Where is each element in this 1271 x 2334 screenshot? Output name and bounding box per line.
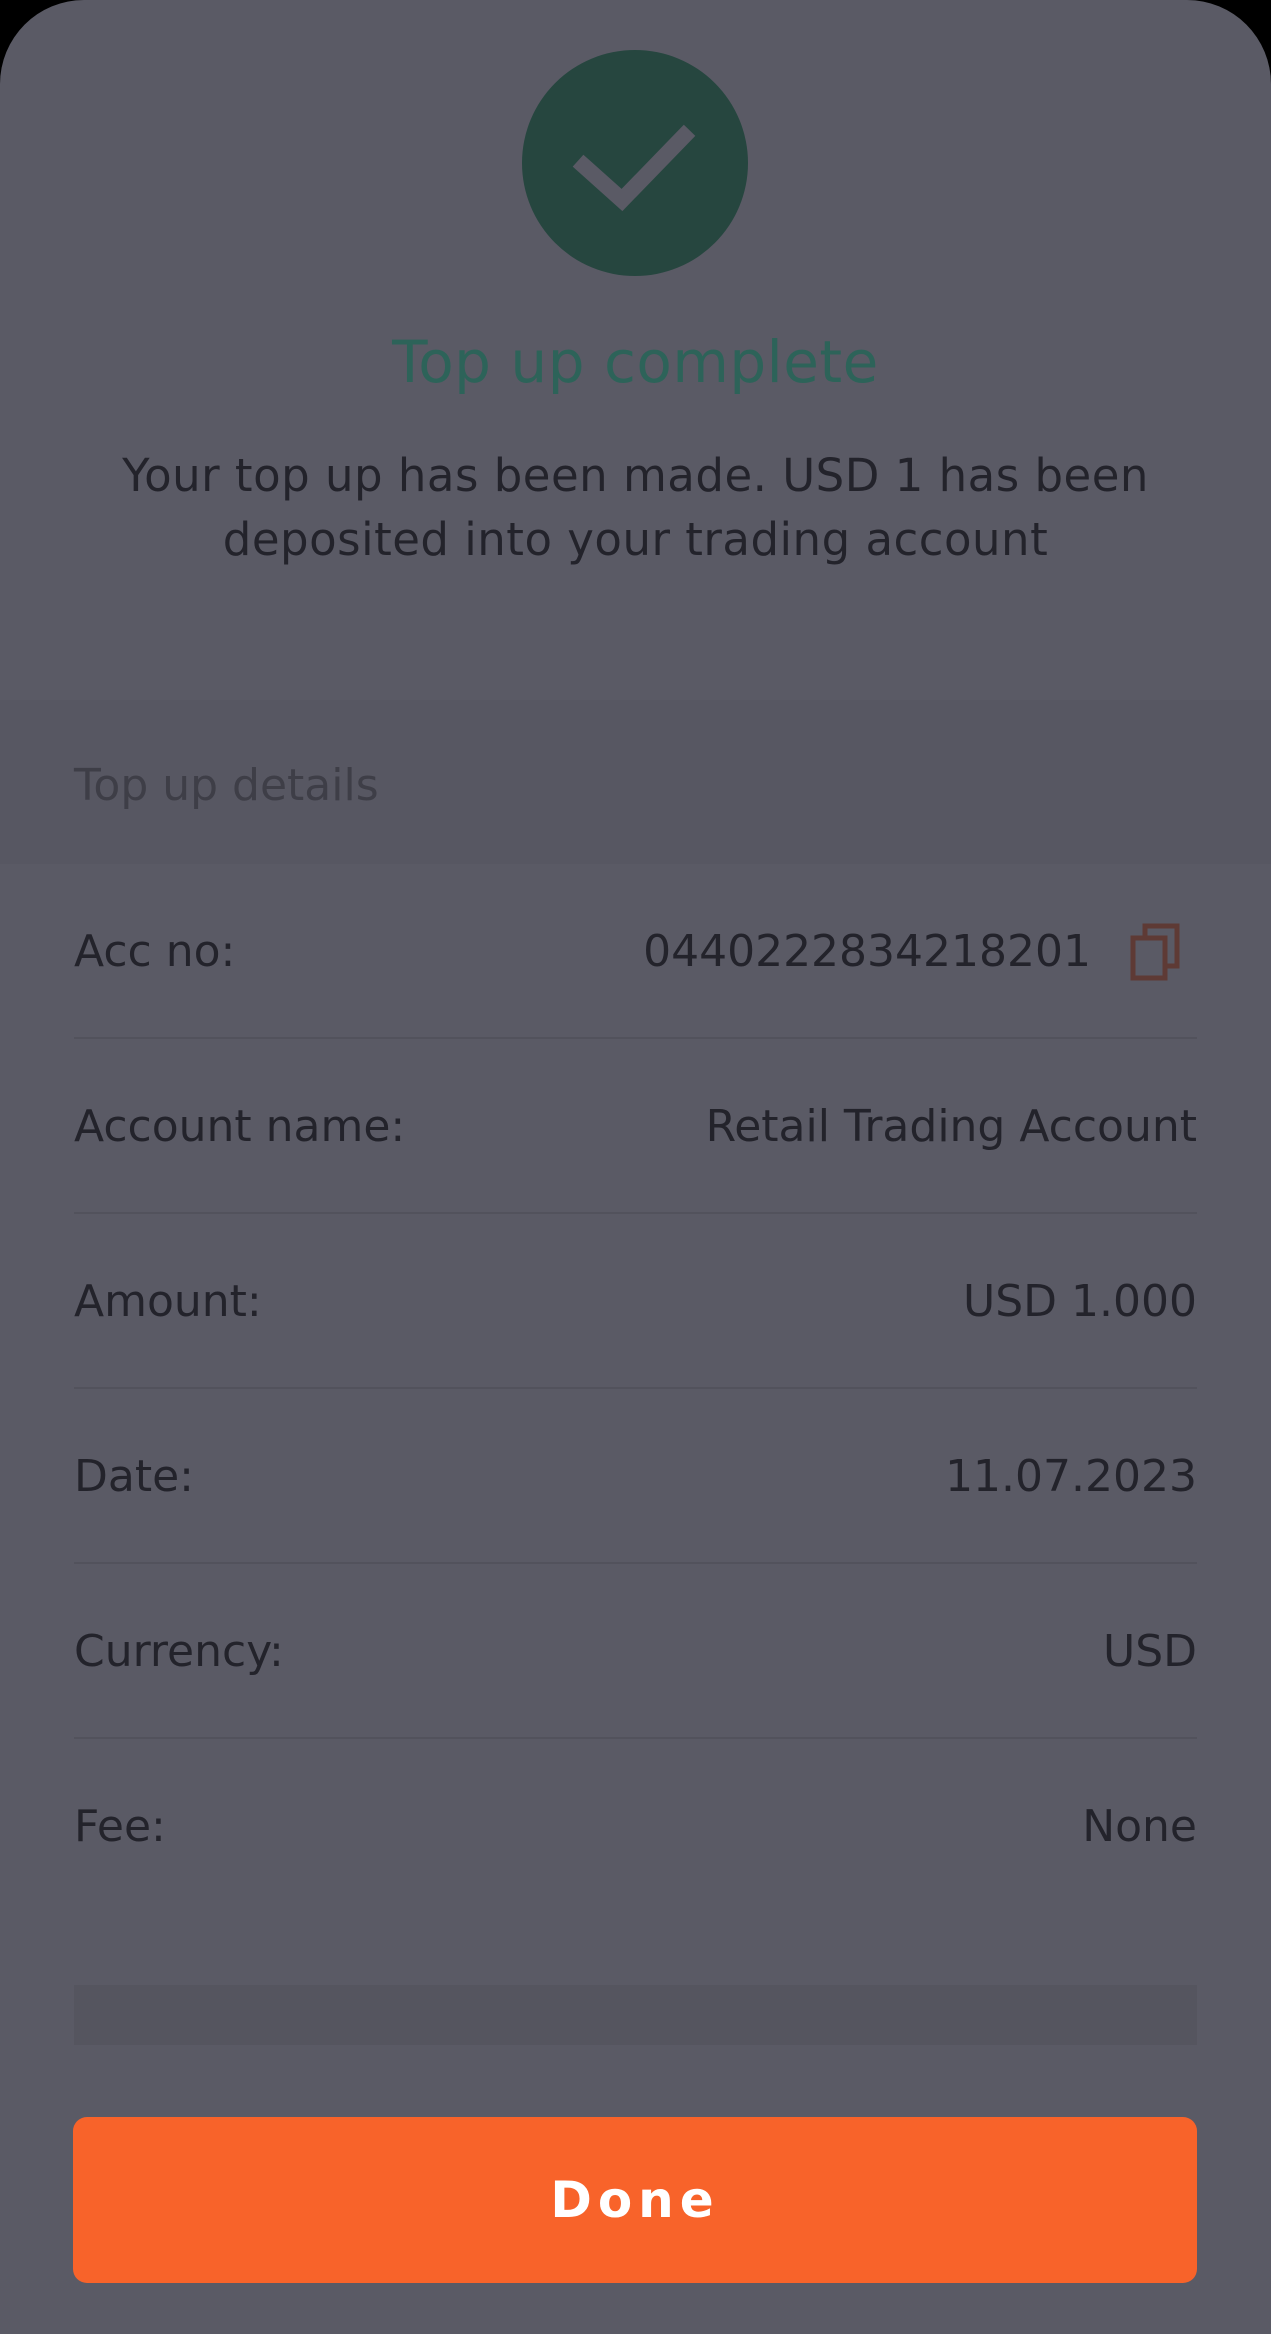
detail-label: Acc no: [74,926,236,977]
detail-label: Account name: [74,1101,406,1152]
detail-value: 11.07.2023 [945,1451,1197,1502]
detail-row-date: Date: 11.07.2023 [74,1389,1197,1564]
detail-value: 0440222834218201 [643,926,1091,977]
confirmation-message: Your top up has been made. USD 1 has bee… [122,449,1149,566]
detail-label: Currency: [74,1626,284,1677]
detail-value: USD [1102,1626,1197,1677]
details-header-label: Top up details [74,760,379,811]
copy-icon[interactable] [1127,922,1187,982]
done-button[interactable]: Done [73,2117,1197,2283]
top-up-complete-screen: Top up complete Your top up has been mad… [0,0,1271,2334]
detail-row-amount: Amount: USD 1.000 [74,1214,1197,1389]
page-title: Top up complete [392,328,879,396]
detail-value: USD 1.000 [963,1276,1197,1327]
detail-value: Retail Trading Account [705,1101,1197,1152]
detail-label: Fee: [74,1801,166,1852]
detail-row-currency: Currency: USD [74,1564,1197,1739]
success-badge [522,50,748,276]
detail-label: Date: [74,1451,194,1502]
details-footer-divider [74,1985,1197,2045]
checkmark-icon [572,124,696,212]
detail-row-account-number: Acc no: 0440222834218201 [74,864,1197,1039]
details-section-header: Top up details [0,700,1271,864]
detail-row-fee: Fee: None [74,1739,1197,1914]
detail-value: None [1082,1801,1197,1852]
detail-row-account-name: Account name: Retail Trading Account [74,1039,1197,1214]
detail-label: Amount: [74,1276,262,1327]
